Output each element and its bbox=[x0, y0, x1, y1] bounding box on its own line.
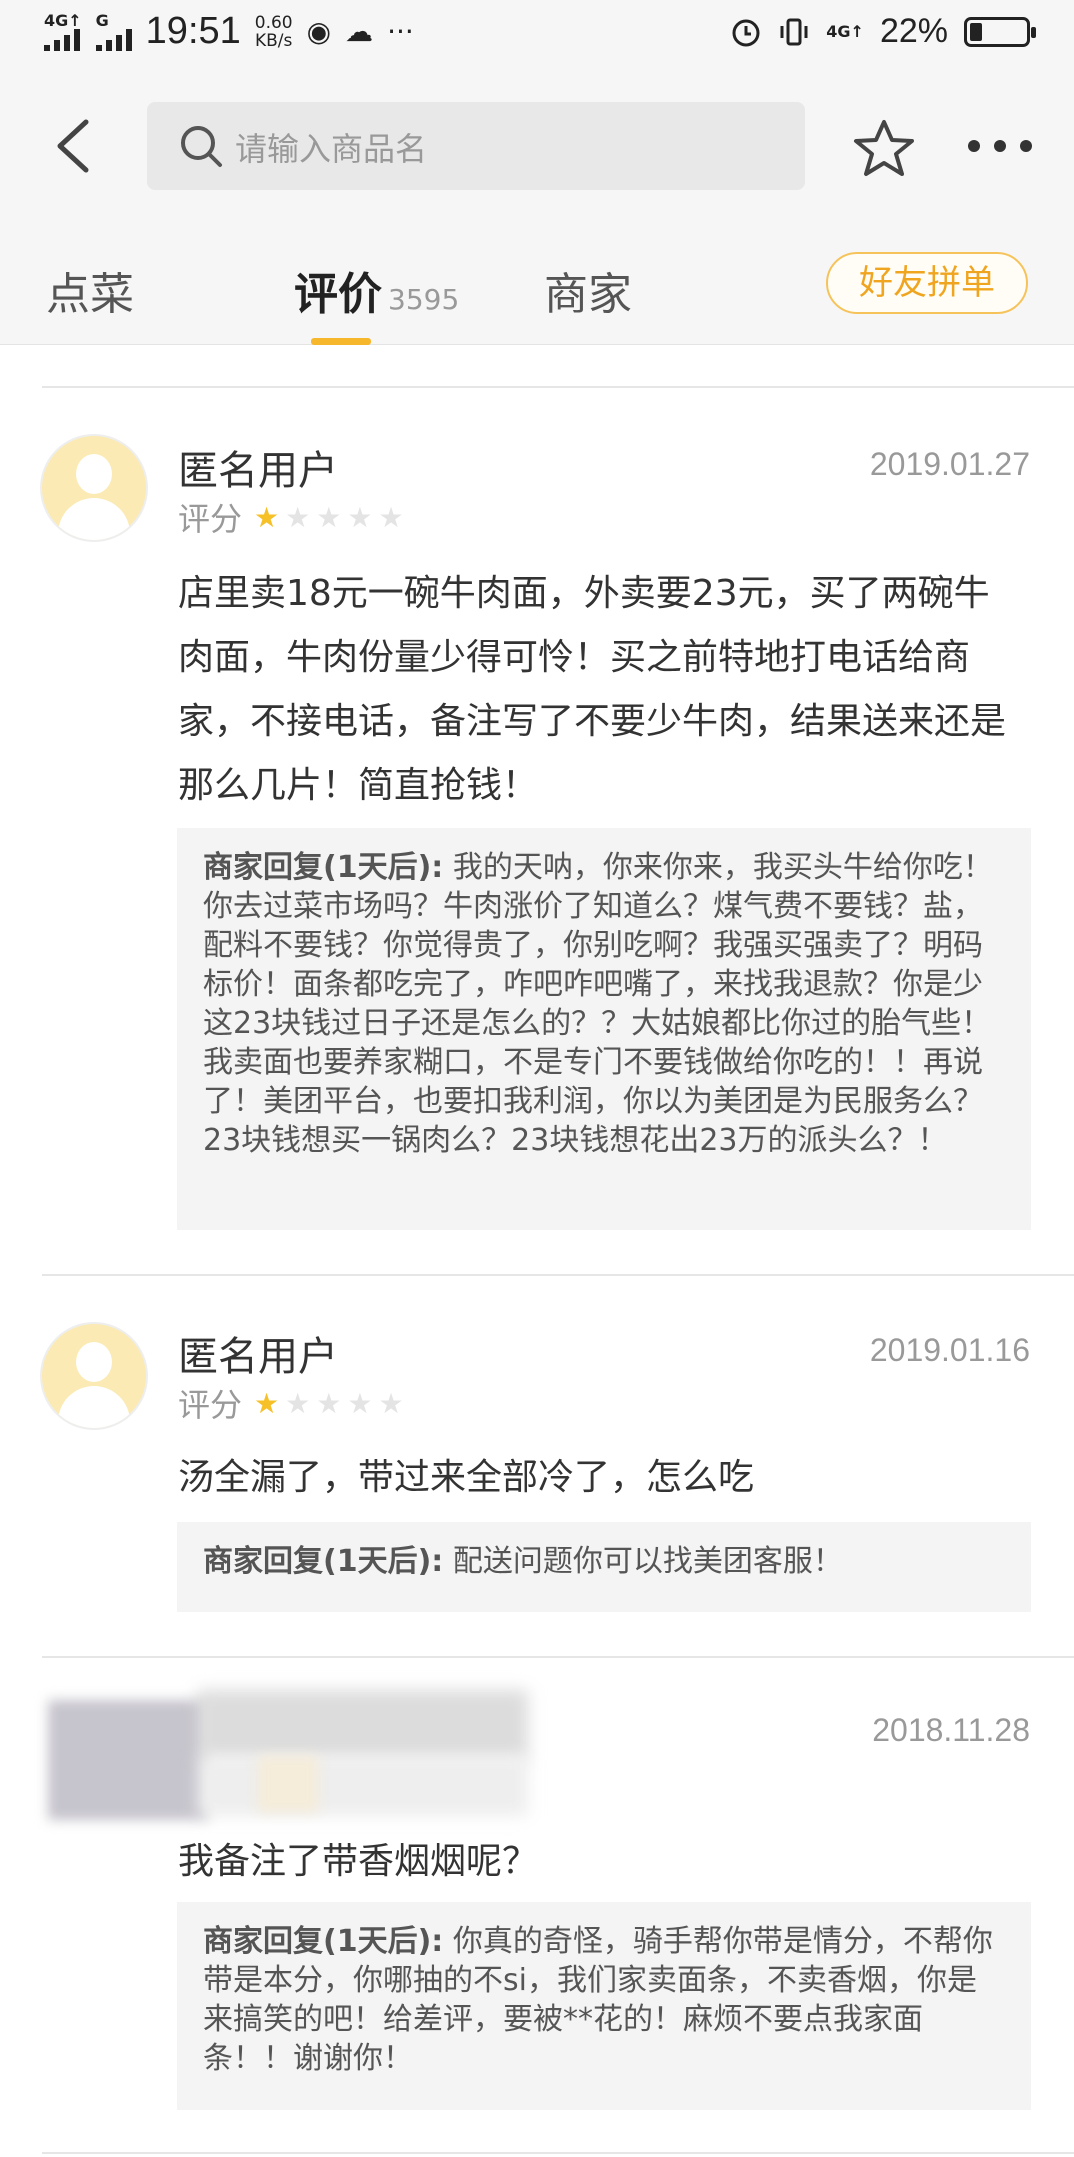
divider bbox=[42, 386, 1074, 388]
network-indicator: 4G↑ bbox=[826, 21, 864, 41]
star-icon: ★ bbox=[254, 500, 280, 534]
battery-icon bbox=[964, 16, 1036, 47]
more-options-icon[interactable] bbox=[968, 140, 1032, 152]
merchant-reply: 商家回复(1天后): 配送问题你可以找美团客服！ bbox=[177, 1522, 1031, 1612]
star-icon: ★ bbox=[316, 500, 342, 534]
merchant-reply: 商家回复(1天后): 你真的奇怪，骑手帮你带是情分，不帮你带是本分，你哪抽的不s… bbox=[177, 1902, 1031, 2110]
tab-reviews-label: 评价 bbox=[294, 269, 382, 320]
clock: 19:51 bbox=[145, 10, 241, 52]
review-date: 2019.01.27 bbox=[869, 446, 1030, 482]
divider bbox=[42, 2152, 1074, 2154]
network-type-label: 4G↑ bbox=[44, 10, 82, 30]
star-icon: ★ bbox=[347, 500, 373, 534]
review-text: 我备注了带香烟烟呢？ bbox=[178, 1841, 539, 1882]
battery-percent: 22% bbox=[879, 12, 948, 50]
star-icon: ★ bbox=[316, 1386, 342, 1420]
star-icon: ★ bbox=[378, 500, 404, 534]
network-type-label: G bbox=[95, 10, 109, 30]
review-date: 2018.11.28 bbox=[872, 1712, 1030, 1748]
signal-indicator-1: 4G↑ bbox=[44, 10, 82, 51]
review-rating: 评分 ★ ★ ★ ★ ★ bbox=[178, 494, 410, 540]
signal-indicator-2: G bbox=[95, 10, 132, 51]
rating-label: 评分 bbox=[178, 500, 243, 538]
status-bar: 4G↑ G 19:51 0.60 KB/s ◉ ☁ ··· 4G↑ 22% bbox=[0, 0, 1074, 70]
search-placeholder: 请输入商品名 bbox=[235, 130, 428, 168]
signal-bars-icon bbox=[44, 28, 80, 51]
top-bar: 请输入商品名 bbox=[0, 70, 1074, 220]
weibo-icon: ◉ bbox=[306, 15, 332, 48]
avatar bbox=[42, 436, 146, 540]
group-order-button[interactable]: 好友拼单 bbox=[826, 252, 1028, 314]
active-tab-indicator bbox=[311, 338, 371, 345]
reply-text: 配送问题你可以找美团客服！ bbox=[443, 1544, 843, 1579]
favorite-star-icon[interactable] bbox=[852, 118, 916, 178]
net-speed-value: 0.60 bbox=[254, 12, 293, 33]
star-icon: ★ bbox=[378, 1386, 404, 1420]
reply-label: 商家回复(1天后): bbox=[203, 850, 444, 885]
alarm-icon bbox=[732, 19, 760, 46]
back-arrow-icon[interactable] bbox=[52, 118, 92, 174]
avatar bbox=[42, 1324, 146, 1428]
review-text: 汤全漏了，带过来全部冷了，怎么吃 bbox=[178, 1457, 755, 1498]
review-username: 匿名用户 bbox=[178, 448, 338, 494]
tab-order[interactable]: 点菜 bbox=[46, 258, 134, 322]
review-text: 店里卖18元一碗牛肉面，外卖要23元，买了两碗牛肉面，牛肉份量少得可怜！买之前特… bbox=[178, 573, 1007, 806]
net-speed-unit: KB/s bbox=[254, 30, 293, 51]
network-type-label: 4G↑ bbox=[826, 21, 864, 41]
reply-label: 商家回复(1天后): bbox=[203, 1544, 444, 1579]
divider bbox=[42, 1274, 1074, 1276]
star-icon: ★ bbox=[285, 500, 311, 534]
rating-label: 评分 bbox=[178, 1386, 243, 1424]
signal-bars-icon bbox=[95, 28, 132, 51]
blurred-user-info bbox=[48, 1690, 528, 1830]
star-icon: ★ bbox=[285, 1386, 311, 1420]
review-username: 匿名用户 bbox=[178, 1334, 338, 1380]
vibrate-icon bbox=[780, 18, 808, 45]
review-rating: 评分 ★ ★ ★ ★ ★ bbox=[178, 1380, 410, 1426]
search-input[interactable]: 请输入商品名 bbox=[147, 102, 805, 190]
battery-level bbox=[970, 22, 982, 41]
reply-text: 我的天呐，你来你来，我买头牛给你吃！你去过菜市场吗？牛肉涨价了知道么？煤气费不要… bbox=[203, 850, 993, 1158]
search-icon bbox=[181, 126, 222, 167]
merchant-reply: 商家回复(1天后): 我的天呐，你来你来，我买头牛给你吃！你去过菜市场吗？牛肉涨… bbox=[177, 828, 1031, 1230]
tab-merchant[interactable]: 商家 bbox=[544, 258, 632, 322]
divider bbox=[42, 1656, 1074, 1658]
star-icon: ★ bbox=[347, 1386, 373, 1420]
star-icon: ★ bbox=[254, 1386, 280, 1420]
tab-reviews[interactable]: 评价 3595 bbox=[294, 258, 459, 322]
reply-label: 商家回复(1天后): bbox=[203, 1924, 444, 1959]
more-notifications-icon: ··· bbox=[387, 15, 414, 48]
cloud-icon: ☁ bbox=[345, 15, 374, 48]
net-speed: 0.60 KB/s bbox=[255, 14, 293, 50]
review-date: 2019.01.16 bbox=[869, 1332, 1030, 1368]
tab-bar: 点菜 评价 3595 商家 好友拼单 bbox=[0, 220, 1074, 345]
review-count: 3595 bbox=[388, 283, 460, 316]
